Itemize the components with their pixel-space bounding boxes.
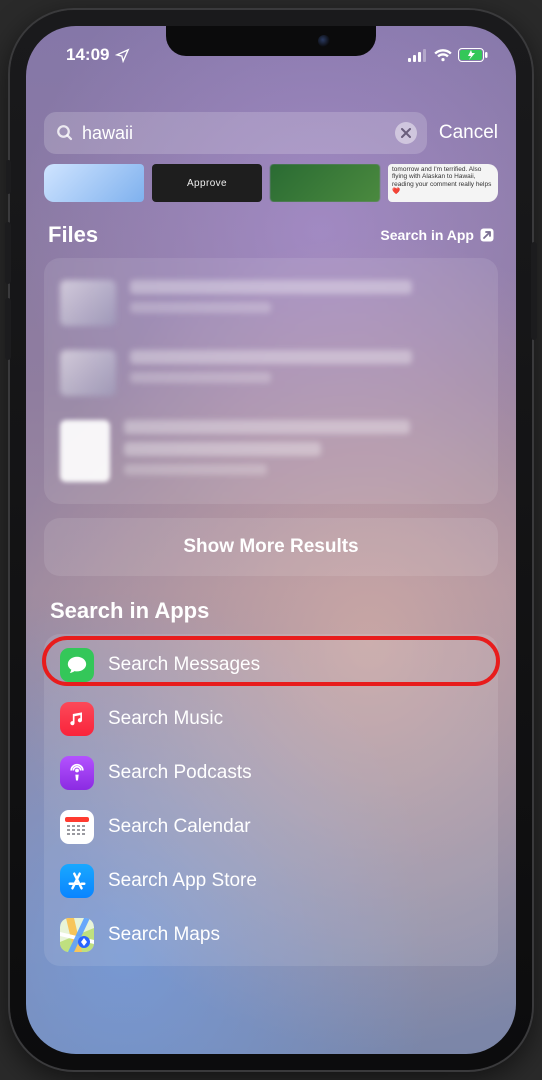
files-results-card bbox=[44, 258, 498, 504]
file-title-blurred bbox=[124, 442, 321, 456]
battery-icon bbox=[458, 48, 488, 62]
files-header: Files Search in App bbox=[44, 222, 498, 248]
close-icon bbox=[401, 128, 411, 138]
search-in-app-button[interactable]: Search in App bbox=[380, 227, 494, 243]
music-icon bbox=[60, 702, 94, 736]
file-thumb bbox=[60, 280, 116, 326]
search-input[interactable]: hawaii bbox=[44, 112, 427, 154]
search-query-text: hawaii bbox=[74, 123, 395, 144]
file-title-blurred bbox=[130, 350, 412, 364]
app-label: Search Podcasts bbox=[108, 762, 252, 784]
search-in-apps-card: Search Messages Search Music Search Podc… bbox=[44, 634, 498, 966]
file-thumb-doc bbox=[60, 420, 110, 482]
screen: 14:09 hawaii Cancel bbox=[26, 26, 516, 1054]
volume-down-button[interactable] bbox=[5, 298, 11, 360]
search-in-app-label: Search in App bbox=[380, 227, 474, 243]
app-label: Search Calendar bbox=[108, 816, 251, 838]
calendar-icon bbox=[60, 810, 94, 844]
signal-icon bbox=[408, 49, 428, 62]
suggestions-strip[interactable]: Approve tomorrow and I'm terrified. Also… bbox=[44, 164, 498, 202]
search-maps-row[interactable]: Search Maps bbox=[44, 908, 498, 962]
app-label: Search Music bbox=[108, 708, 223, 730]
file-subtitle-blurred bbox=[130, 302, 271, 313]
file-result[interactable] bbox=[44, 338, 498, 408]
file-result[interactable] bbox=[44, 268, 498, 338]
file-subtitle-blurred bbox=[130, 372, 271, 383]
suggestion-photo-thumb[interactable] bbox=[270, 164, 380, 202]
search-calendar-row[interactable]: Search Calendar bbox=[44, 800, 498, 854]
podcasts-icon bbox=[60, 756, 94, 790]
file-subtitle-blurred bbox=[124, 464, 267, 475]
app-label: Search Maps bbox=[108, 924, 220, 946]
phone-frame: 14:09 hawaii Cancel bbox=[10, 10, 532, 1070]
power-button[interactable] bbox=[531, 242, 537, 340]
app-label: Search Messages bbox=[108, 654, 260, 676]
maps-icon bbox=[60, 918, 94, 952]
volume-up-button[interactable] bbox=[5, 222, 11, 284]
status-time: 14:09 bbox=[66, 45, 109, 65]
search-row: hawaii Cancel bbox=[44, 112, 498, 154]
messages-icon bbox=[60, 648, 94, 682]
app-label: Search App Store bbox=[108, 870, 257, 892]
search-in-apps-title: Search in Apps bbox=[44, 598, 498, 624]
notch bbox=[166, 26, 376, 56]
search-icon bbox=[56, 124, 74, 142]
wifi-icon bbox=[434, 49, 452, 62]
show-more-results-button[interactable]: Show More Results bbox=[44, 518, 498, 576]
files-title: Files bbox=[48, 222, 98, 248]
location-arrow-icon bbox=[115, 48, 130, 63]
search-appstore-row[interactable]: Search App Store bbox=[44, 854, 498, 908]
file-title-blurred bbox=[130, 280, 412, 294]
clear-search-button[interactable] bbox=[395, 122, 417, 144]
search-podcasts-row[interactable]: Search Podcasts bbox=[44, 746, 498, 800]
open-in-app-icon bbox=[480, 228, 494, 242]
silence-switch[interactable] bbox=[6, 160, 11, 194]
file-thumb bbox=[60, 350, 116, 396]
suggestion-text-snippet[interactable]: tomorrow and I'm terrified. Also flying … bbox=[388, 164, 498, 202]
suggestion-approve-button[interactable]: Approve bbox=[152, 164, 262, 202]
file-result[interactable] bbox=[44, 408, 498, 494]
cancel-button[interactable]: Cancel bbox=[439, 122, 498, 144]
file-title-blurred bbox=[124, 420, 410, 434]
show-more-label: Show More Results bbox=[183, 536, 358, 558]
search-music-row[interactable]: Search Music bbox=[44, 692, 498, 746]
appstore-icon bbox=[60, 864, 94, 898]
search-messages-row[interactable]: Search Messages bbox=[44, 638, 498, 692]
suggestion-map-thumb[interactable] bbox=[44, 164, 144, 202]
